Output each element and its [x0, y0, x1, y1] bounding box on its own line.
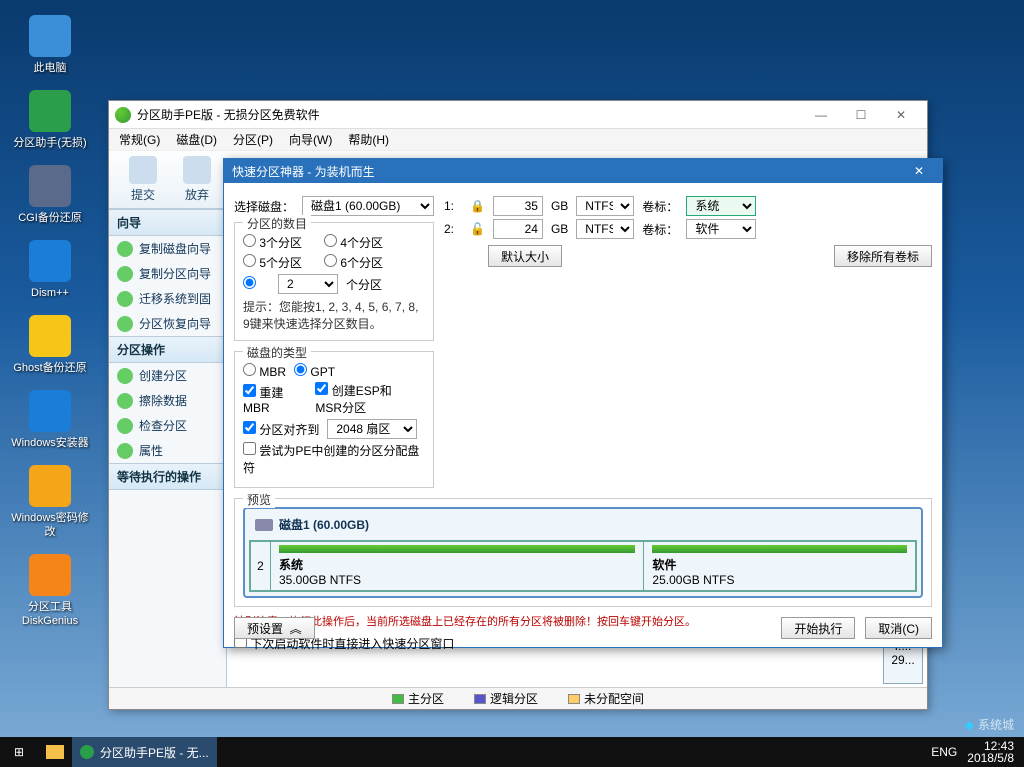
main-titlebar[interactable]: 分区助手PE版 - 无损分区免费软件 — ☐ ✕: [109, 101, 927, 129]
radio-mbr[interactable]: MBR: [243, 363, 286, 379]
select-disk-label: 选择磁盘：: [234, 198, 294, 215]
panel-item[interactable]: 检查分区: [109, 413, 226, 438]
hint-text: 提示：您能按1, 2, 3, 4, 5, 6, 7, 8, 9键来快速选择分区数…: [243, 298, 425, 332]
tray-date: 2018/5/8: [967, 752, 1014, 764]
pending-panel-header[interactable]: 等待执行的操作: [109, 463, 226, 490]
preview-box: 磁盘1 (60.00GB) 2 系统 35.00GB NTFS 软件 25.00…: [243, 507, 923, 598]
radio-6-parts[interactable]: 6个分区: [324, 254, 383, 271]
legend-primary: 主分区: [392, 690, 444, 707]
panel-item[interactable]: 分区恢复向导: [109, 311, 226, 336]
cancel-button[interactable]: 取消(C): [865, 617, 932, 639]
close-button[interactable]: ✕: [881, 103, 921, 127]
tray-lang[interactable]: ENG: [931, 745, 957, 759]
ops-panel-header[interactable]: 分区操作: [109, 336, 226, 363]
desktop-icon[interactable]: 分区工具DiskGenius: [10, 554, 90, 628]
taskbar-explorer[interactable]: [38, 737, 72, 767]
menu-item[interactable]: 帮助(H): [342, 129, 395, 150]
menu-item[interactable]: 向导(W): [283, 129, 338, 150]
partition-row: 1: 🔒 GB NTFS 卷标： 系统: [444, 196, 932, 216]
desktop-icon[interactable]: Dism++: [10, 240, 90, 300]
label-select[interactable]: 系统: [686, 196, 756, 216]
toolbar-button[interactable]: 放弃: [173, 156, 221, 203]
disk-select[interactable]: 磁盘1 (60.00GB): [302, 196, 434, 216]
unlock-icon[interactable]: 🔓: [470, 222, 485, 236]
watermark: ◆系统城: [965, 716, 1014, 733]
fs-select[interactable]: NTFS: [576, 196, 634, 216]
align-select[interactable]: 2048 扇区: [327, 419, 417, 439]
quick-partition-dialog: 快速分区神器 - 为装机而生 ✕ 选择磁盘： 磁盘1 (60.00GB) 分区的…: [223, 158, 943, 648]
menu-item[interactable]: 分区(P): [227, 129, 279, 150]
legend-unalloc: 未分配空间: [568, 690, 644, 707]
window-buttons: — ☐ ✕: [801, 103, 921, 127]
wizard-panel-header[interactable]: 向导: [109, 209, 226, 236]
radio-3-parts[interactable]: 3个分区: [243, 234, 302, 251]
menu-bar: 常规(G)磁盘(D)分区(P)向导(W)帮助(H): [109, 129, 927, 151]
desktop-icon[interactable]: CGI备份还原: [10, 165, 90, 225]
partition-count-legend: 分区的数目: [243, 215, 311, 232]
preview-part-2[interactable]: 软件 25.00GB NTFS: [644, 542, 915, 590]
panel-item[interactable]: 创建分区: [109, 363, 226, 388]
toolbar-button[interactable]: 提交: [119, 156, 167, 203]
dialog-close-button[interactable]: ✕: [904, 164, 934, 178]
preview-disk-title: 磁盘1 (60.00GB): [279, 516, 369, 533]
disk-type-legend: 磁盘的类型: [243, 344, 311, 361]
desktop-icon[interactable]: 此电脑: [10, 15, 90, 75]
check-align[interactable]: 分区对齐到: [243, 421, 319, 438]
panel-item[interactable]: 迁移系统到固: [109, 286, 226, 311]
maximize-button[interactable]: ☐: [841, 103, 881, 127]
desktop-icon[interactable]: Windows安装器: [10, 390, 90, 450]
start-button[interactable]: ⊞: [0, 737, 38, 767]
custom-count-select[interactable]: 2: [278, 274, 338, 294]
desktop-icon[interactable]: Windows密码修改: [10, 465, 90, 539]
start-button[interactable]: 开始执行: [781, 617, 855, 639]
menu-item[interactable]: 磁盘(D): [170, 129, 223, 150]
radio-5-parts[interactable]: 5个分区: [243, 254, 302, 271]
default-size-button[interactable]: 默认大小: [488, 245, 562, 267]
radio-gpt[interactable]: GPT: [294, 363, 335, 379]
minimize-button[interactable]: —: [801, 103, 841, 127]
check-create-esp[interactable]: 创建ESP和MSR分区: [315, 382, 411, 416]
app-icon: [115, 107, 131, 123]
taskbar-app[interactable]: 分区助手PE版 - 无...: [72, 737, 217, 767]
dialog-title: 快速分区神器 - 为装机而生: [232, 163, 375, 180]
main-title: 分区助手PE版 - 无损分区免费软件: [137, 106, 320, 123]
desktop: 此电脑分区助手(无损) CGI备份还原 Dism++ Ghost备份还原 Windows…: [0, 0, 100, 643]
check-rebuild-mbr[interactable]: 重建MBR: [243, 384, 293, 415]
legend-logical: 逻辑分区: [474, 690, 538, 707]
desktop-icon[interactable]: Ghost备份还原: [10, 315, 90, 375]
status-bar: 主分区 逻辑分区 未分配空间: [109, 687, 927, 709]
remove-labels-button[interactable]: 移除所有卷标: [834, 245, 932, 267]
panel-item[interactable]: 擦除数据: [109, 388, 226, 413]
hdd-icon: [255, 519, 273, 531]
fs-select[interactable]: NTFS: [576, 219, 634, 239]
label-select[interactable]: 软件: [686, 219, 756, 239]
preview-legend: 预览: [243, 491, 275, 508]
panel-item[interactable]: 复制分区向导: [109, 261, 226, 286]
radio-4-parts[interactable]: 4个分区: [324, 234, 383, 251]
size-input[interactable]: [493, 196, 543, 216]
check-pe-letter[interactable]: 尝试为PE中创建的分区分配盘符: [243, 442, 425, 476]
panel-item[interactable]: 属性: [109, 438, 226, 463]
lock-icon[interactable]: 🔒: [470, 199, 485, 213]
partition-row: 2: 🔓 GB NTFS 卷标： 软件: [444, 219, 932, 239]
size-input[interactable]: [493, 219, 543, 239]
radio-custom-parts[interactable]: [243, 276, 256, 292]
preview-part-count: 2: [251, 542, 271, 590]
desktop-icon[interactable]: 分区助手(无损): [10, 90, 90, 150]
dialog-titlebar[interactable]: 快速分区神器 - 为装机而生 ✕: [224, 159, 942, 183]
preview-part-1[interactable]: 系统 35.00GB NTFS: [271, 542, 644, 590]
system-tray[interactable]: ENG 12:43 2018/5/8: [931, 740, 1024, 764]
menu-item[interactable]: 常规(G): [113, 129, 166, 150]
panel-item[interactable]: 复制磁盘向导: [109, 236, 226, 261]
left-panel: 向导 复制磁盘向导复制分区向导迁移系统到固分区恢复向导 分区操作 创建分区擦除数…: [109, 209, 227, 687]
preset-button[interactable]: 预设置 ︽: [234, 617, 315, 639]
taskbar[interactable]: ⊞ 分区助手PE版 - 无... ENG 12:43 2018/5/8: [0, 737, 1024, 767]
